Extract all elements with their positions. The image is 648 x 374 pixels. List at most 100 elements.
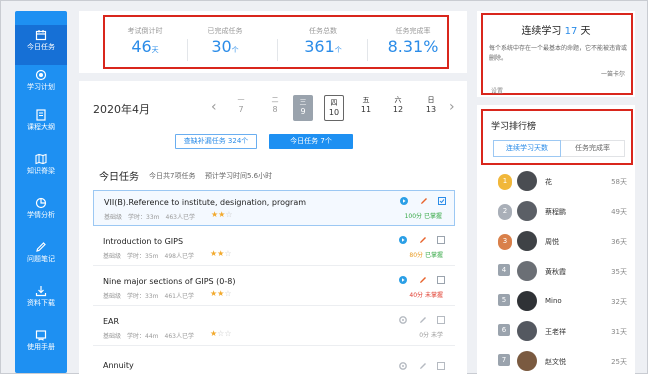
divider [277,39,278,61]
ranking-row[interactable]: 7 赵文悦 25天 [493,351,629,374]
rank-medal: 5 [498,294,510,306]
weekday-label: 一 [237,96,245,104]
ranking-name: 赵文悦 [545,358,566,366]
play-icon[interactable] [400,197,408,205]
edit-icon[interactable] [420,197,428,205]
calendar-icon [35,30,47,41]
ranking-name: Mino [545,297,562,305]
weekday-label: 六 [394,96,402,104]
sidebar-item-label: 资料下载 [27,299,55,307]
stat-value: 361 [304,37,335,56]
stat-unit: 个 [231,46,239,54]
sidebar-item-today-tasks[interactable]: 今日任务 [15,25,67,65]
task-name: Annuity [103,361,134,370]
tab-completion-rate[interactable]: 任务完成率 [561,140,625,157]
sidebar-item-knowledge[interactable]: 知识脊梁 [15,149,67,189]
task-name: VII(B).Reference to institute, designati… [104,198,307,207]
calendar-day[interactable]: 一7 [231,95,251,121]
ranking-row[interactable]: 1 花 58天 [493,171,629,195]
sidebar-item-study-plan[interactable]: 学习计划 [15,65,67,105]
day-number: 7 [238,105,244,114]
tab-makeup-tasks[interactable]: 查缺补漏任务 324个 [175,134,257,149]
task-row[interactable]: Annuity [93,350,455,374]
gear-icon[interactable] [399,362,407,370]
play-icon[interactable] [399,236,407,244]
edit-icon[interactable] [419,236,427,244]
stat-value: 8.31% [387,37,439,56]
settings-link[interactable]: 设置 [491,86,503,95]
avatar [517,231,537,251]
stat-unit: 个 [334,46,342,54]
stat-rate: 任务完成率 8.31% [369,27,457,57]
tab-today-tasks[interactable]: 今日任务 7个 [269,134,353,149]
sidebar-item-notes[interactable]: 问题笔记 [15,237,67,277]
rank-medal: 2 [498,204,512,220]
sidebar-item-syllabus[interactable]: 课程大纲 [15,105,67,145]
check-icon[interactable] [437,236,445,244]
ranking-name: 周悦 [545,238,559,246]
day-number: 12 [392,105,404,114]
edit-icon[interactable] [419,316,427,324]
tab-streak-days[interactable]: 连续学习天数 [493,140,561,157]
sidebar-item-manual[interactable]: 使用手册 [15,325,67,365]
calendar-day-today[interactable]: 三9 [293,95,313,121]
edit-icon[interactable] [419,362,427,370]
calendar-day[interactable]: 六 12 [388,95,408,121]
prev-week-button[interactable]: ‹ [211,99,217,115]
target-icon [35,69,47,81]
ranking-row[interactable]: 5 Mino 32天 [493,291,629,315]
task-row[interactable]: VII(B).Reference to institute, designati… [93,190,455,226]
streak-title: 连续学习 17 天 [521,26,591,37]
streak-quote: 每个系统中存在一个最基本的命题，它不能被违背或删除。 [489,45,628,62]
sidebar-item-downloads[interactable]: 资料下载 [15,281,67,321]
ranking-row[interactable]: 2 蔡程鹏 49天 [493,201,629,225]
ranking-days: 36天 [611,238,627,246]
day-number: 10 [328,108,340,117]
calendar-day[interactable]: 日 13 [421,95,441,121]
ranking-name: 蔡程鹏 [545,208,566,216]
check-icon[interactable] [437,362,445,370]
ranking-title: 学习排行榜 [491,122,537,132]
avatar [517,351,537,371]
stat-completed: 已完成任务 30个 [181,27,269,60]
avatar [517,201,537,221]
check-icon[interactable] [437,276,445,284]
edit-icon[interactable] [419,276,427,284]
gear-icon[interactable] [399,316,407,324]
task-score: 100分 已掌握 [404,213,442,220]
sidebar-item-label: 学情分析 [27,211,55,219]
day-number: 13 [425,105,437,114]
sidebar-item-label: 学习计划 [27,83,55,91]
calendar-day[interactable]: 二8 [265,95,285,121]
sidebar-item-analysis[interactable]: 学情分析 [15,193,67,233]
ranking-days: 35天 [611,268,627,276]
check-icon[interactable] [437,316,445,324]
ranking-days: 32天 [611,298,627,306]
sidebar: 今日任务 学习计划 课程大纲 知识脊梁 学情分析 问题笔记 资料下载 使用手册 [15,11,67,373]
task-row[interactable]: EAR 基础级 学时：44m 463人已学 ★☆☆ 0分 未学 [93,310,455,346]
next-week-button[interactable]: › [449,99,455,115]
ranking-row[interactable]: 3 周悦 36天 [493,231,629,255]
stat-value: 30 [211,37,232,56]
stat-countdown: 考试倒计时 46天 [101,27,189,60]
task-name: EAR [103,317,120,326]
ranking-row[interactable]: 4 黄秋霞 35天 [493,261,629,285]
tasks-card: 2020年4月 ‹ 一7 二8 三9 四 10 五 11 六 12 日 13 › 查缺补… [79,81,467,374]
task-row[interactable]: Introduction to GIPS 基础级 学时：35m 498人已学 ★… [93,230,455,266]
month-label: 2020年4月 [93,103,150,116]
task-name: Nine major sections of GIPS (0-8) [103,277,236,286]
task-row[interactable]: Nine major sections of GIPS (0-8) 基础级 学时… [93,270,455,306]
ranking-row[interactable]: 6 王老祥 31天 [493,321,629,345]
day-number: 11 [360,105,372,114]
avatar [517,171,537,191]
play-icon[interactable] [399,276,407,284]
day-number: 9 [300,107,306,116]
calendar-day-selected[interactable]: 四 10 [324,95,344,121]
task-meta: 基础级 学时：44m 463人已学 [103,333,194,340]
task-stars: ★★☆ [211,210,233,219]
map-icon [35,153,47,165]
analysis-icon [35,197,47,209]
check-icon[interactable] [438,197,446,205]
calendar-day[interactable]: 五 11 [356,95,376,121]
pencil-icon [36,242,46,252]
